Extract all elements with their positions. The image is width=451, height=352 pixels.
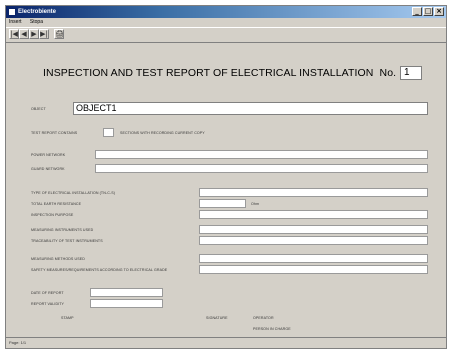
methods-label: MEASURING METHODS USED xyxy=(31,257,85,261)
person-in-charge-label: PERSON IN CHARGE xyxy=(253,327,291,331)
earth-resistance-field[interactable] xyxy=(199,199,246,208)
window-controls: _ □ × xyxy=(412,7,444,16)
report-title: INSPECTION AND TEST REPORT OF ELECTRICAL… xyxy=(43,67,396,79)
date-of-report-field[interactable] xyxy=(90,288,163,297)
print-button[interactable]: 🖨 xyxy=(54,29,64,39)
report-sheet: INSPECTION AND TEST REPORT OF ELECTRICAL… xyxy=(23,50,443,334)
first-page-button[interactable]: |◀ xyxy=(9,29,19,39)
inspection-purpose-label: INSPECTION PURPOSE xyxy=(31,213,74,217)
close-button[interactable]: × xyxy=(434,7,444,16)
safety-measures-field[interactable] xyxy=(199,265,428,274)
inspection-purpose-field[interactable] xyxy=(199,210,428,219)
report-no-label: No. xyxy=(379,67,397,79)
stamp-label: STAMP xyxy=(61,316,74,320)
report-validity-label: REPORT VALIDITY xyxy=(31,302,65,306)
object-field[interactable]: OBJECT1 xyxy=(73,102,428,115)
status-bar: Page: 1/1 xyxy=(6,337,446,348)
menu-item-insert[interactable]: Insert xyxy=(9,19,22,25)
window-title: Electrobiente xyxy=(18,9,57,15)
power-network-field[interactable] xyxy=(95,150,428,159)
traceability-label: TRACEABILITY OF TEST INSTRUMENTS xyxy=(31,239,103,243)
installation-type-field[interactable] xyxy=(199,188,428,197)
guard-network-field[interactable] xyxy=(95,164,428,173)
instruments-field[interactable] xyxy=(199,225,428,234)
ohm-unit: Ohm xyxy=(251,202,260,206)
report-number-field[interactable]: 1 xyxy=(400,66,422,80)
menu-bar: Insert Stopa xyxy=(6,18,446,27)
last-page-button[interactable]: ▶| xyxy=(39,29,49,39)
guard-network-label: GUARD NETWORK xyxy=(31,167,65,171)
test-report-contains-label: TEST REPORT CONTAINS xyxy=(31,131,78,135)
minimize-button[interactable]: _ xyxy=(412,7,422,16)
earth-resistance-label: TOTAL EARTH RESISTANCE xyxy=(31,202,82,206)
report-validity-field[interactable] xyxy=(90,299,163,308)
power-network-label: POWER NETWORK xyxy=(31,153,66,157)
title-bar[interactable]: Electrobiente _ □ × xyxy=(6,6,446,18)
app-icon xyxy=(8,8,16,16)
installation-type-label: TYPE OF ELECTRICAL INSTALLATION (TN-C-S) xyxy=(31,191,116,195)
menu-item-stopa[interactable]: Stopa xyxy=(30,19,43,25)
maximize-button[interactable]: □ xyxy=(423,7,433,16)
signature-label: SIGNATURE xyxy=(206,316,228,320)
status-text: Page: 1/1 xyxy=(9,340,27,345)
report-title-text: INSPECTION AND TEST REPORT OF ELECTRICAL… xyxy=(43,67,374,79)
object-label: OBJECT xyxy=(31,107,46,111)
sections-count-field[interactable] xyxy=(103,128,114,137)
methods-field[interactable] xyxy=(199,254,428,263)
prev-page-button[interactable]: ◀ xyxy=(19,29,29,39)
safety-measures-label: SAFETY MEASURES/REQUIREMENTS ACCORDING T… xyxy=(31,268,168,272)
sections-label: SECTIONS WITH RECORDING CURRENT COPY xyxy=(120,131,205,135)
toolbar: |◀ ◀ ▶ ▶| 🖨 xyxy=(6,27,446,43)
operator-label: OPERATOR xyxy=(253,316,274,320)
next-page-button[interactable]: ▶ xyxy=(29,29,39,39)
date-of-report-label: DATE OF REPORT xyxy=(31,291,64,295)
traceability-field[interactable] xyxy=(199,236,428,245)
instruments-label: MEASURING INSTRUMENTS USED xyxy=(31,228,94,232)
app-window: Electrobiente _ □ × Insert Stopa |◀ ◀ ▶ … xyxy=(5,5,447,349)
